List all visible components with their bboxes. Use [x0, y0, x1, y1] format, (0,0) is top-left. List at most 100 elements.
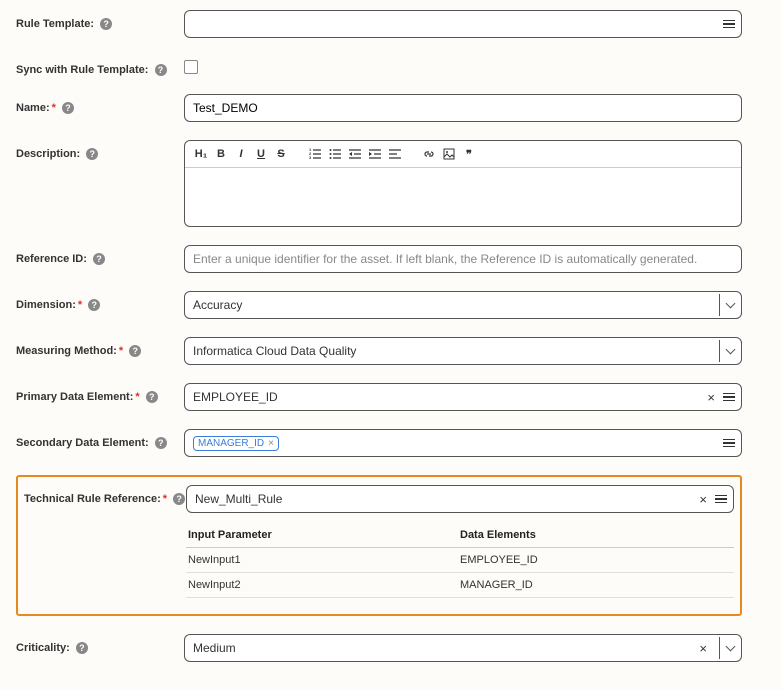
header-data-elements: Data Elements: [460, 529, 732, 541]
field-sync: [184, 56, 742, 74]
label-text: Primary Data Element:: [16, 391, 133, 403]
label-text: Criticality:: [16, 642, 70, 654]
field-primary-data-element: EMPLOYEE_ID ×: [184, 383, 742, 411]
clear-icon[interactable]: ×: [703, 390, 719, 405]
label-text: Reference ID:: [16, 253, 87, 265]
svg-text:3: 3: [309, 155, 312, 160]
rule-template-text[interactable]: [191, 15, 719, 33]
label-reference-id: Reference ID: ?: [16, 245, 184, 265]
help-icon[interactable]: ?: [129, 345, 141, 357]
label-rule-template: Rule Template: ?: [16, 10, 184, 30]
secondary-data-element-input[interactable]: MANAGER_ID ×: [184, 429, 742, 457]
param-table: Input Parameter Data Elements NewInput1 …: [186, 523, 734, 598]
row-rule-template: Rule Template: ?: [16, 10, 742, 38]
label-criticality: Criticality: ?: [16, 634, 184, 654]
label-sync: Sync with Rule Template: ?: [16, 56, 184, 76]
field-rule-template: [184, 10, 742, 38]
rte-align-button[interactable]: [387, 145, 403, 163]
menu-icon[interactable]: [723, 391, 735, 403]
chevron-down-icon[interactable]: [719, 637, 741, 659]
required-star: *: [163, 493, 167, 505]
field-description: H₁ B I U S 123 ❞: [184, 140, 742, 227]
name-input[interactable]: [184, 94, 742, 122]
field-technical-rule-reference: New_Multi_Rule × Input Parameter Data El…: [186, 485, 734, 598]
measuring-method-select[interactable]: Informatica Cloud Data Quality: [184, 337, 742, 365]
rte-outdent-button[interactable]: [347, 145, 363, 163]
technical-rule-reference-input[interactable]: New_Multi_Rule ×: [186, 485, 734, 513]
label-text: Secondary Data Element:: [16, 437, 149, 449]
criticality-select[interactable]: Medium ×: [184, 634, 742, 662]
rte-toolbar: H₁ B I U S 123 ❞: [185, 141, 741, 168]
reference-id-input[interactable]: [184, 245, 742, 273]
required-star: *: [52, 102, 56, 114]
field-secondary-data-element: MANAGER_ID ×: [184, 429, 742, 457]
row-measuring-method: Measuring Method:* ? Informatica Cloud D…: [16, 337, 742, 365]
label-text: Rule Template:: [16, 18, 94, 30]
name-text[interactable]: [191, 99, 735, 117]
help-icon[interactable]: ?: [76, 642, 88, 654]
menu-icon[interactable]: [715, 493, 727, 505]
label-secondary-data-element: Secondary Data Element: ?: [16, 429, 184, 449]
dimension-value: Accuracy: [191, 296, 715, 314]
rte-quote-button[interactable]: ❞: [461, 145, 477, 163]
rte-body[interactable]: [185, 168, 741, 226]
required-star: *: [119, 345, 123, 357]
row-sync: Sync with Rule Template: ?: [16, 56, 742, 76]
chevron-down-icon[interactable]: [719, 340, 741, 362]
row-primary-data-element: Primary Data Element:* ? EMPLOYEE_ID ×: [16, 383, 742, 411]
chevron-down-icon[interactable]: [719, 294, 741, 316]
cell-data-element: EMPLOYEE_ID: [460, 554, 732, 566]
rte-italic-button[interactable]: I: [233, 145, 249, 163]
help-icon[interactable]: ?: [88, 299, 100, 311]
rte-bold-button[interactable]: B: [213, 145, 229, 163]
label-text: Name:: [16, 102, 50, 114]
table-row: NewInput2 MANAGER_ID: [186, 573, 734, 598]
field-criticality: Medium ×: [184, 634, 742, 662]
help-icon[interactable]: ?: [86, 148, 98, 160]
field-measuring-method: Informatica Cloud Data Quality: [184, 337, 742, 365]
dimension-select[interactable]: Accuracy: [184, 291, 742, 319]
reference-id-text[interactable]: [191, 250, 735, 268]
help-icon[interactable]: ?: [173, 493, 185, 505]
label-text: Measuring Method:: [16, 345, 117, 357]
rte-h1-button[interactable]: H₁: [193, 145, 209, 163]
row-technical-rule-reference: Technical Rule Reference:* ? New_Multi_R…: [24, 485, 734, 598]
sync-checkbox[interactable]: [184, 60, 198, 74]
cell-data-element: MANAGER_ID: [460, 579, 732, 591]
clear-icon[interactable]: ×: [695, 641, 711, 656]
primary-value: EMPLOYEE_ID: [191, 388, 703, 406]
field-reference-id: [184, 245, 742, 273]
menu-icon[interactable]: [723, 18, 735, 30]
rte-link-button[interactable]: [421, 145, 437, 163]
chip-label: MANAGER_ID: [198, 438, 264, 449]
rte-ul-button[interactable]: [327, 145, 343, 163]
help-icon[interactable]: ?: [155, 437, 167, 449]
help-icon[interactable]: ?: [100, 18, 112, 30]
menu-icon[interactable]: [723, 437, 735, 449]
help-icon[interactable]: ?: [93, 253, 105, 265]
rte-image-button[interactable]: [441, 145, 457, 163]
chip-remove-icon[interactable]: ×: [268, 438, 274, 449]
required-star: *: [78, 299, 82, 311]
row-reference-id: Reference ID: ?: [16, 245, 742, 273]
field-name: [184, 94, 742, 122]
form-container: Rule Template: ? Sync with Rule Template…: [0, 0, 782, 690]
help-icon[interactable]: ?: [62, 102, 74, 114]
rule-template-input[interactable]: [184, 10, 742, 38]
rte-strike-button[interactable]: S: [273, 145, 289, 163]
field-dimension: Accuracy: [184, 291, 742, 319]
secondary-chip[interactable]: MANAGER_ID ×: [193, 436, 279, 451]
help-icon[interactable]: ?: [155, 64, 167, 76]
clear-icon[interactable]: ×: [695, 492, 711, 507]
row-description: Description: ? H₁ B I U S 123: [16, 140, 742, 227]
row-criticality: Criticality: ? Medium ×: [16, 634, 742, 662]
help-icon[interactable]: ?: [146, 391, 158, 403]
rte-ol-button[interactable]: 123: [307, 145, 323, 163]
required-star: *: [135, 391, 139, 403]
primary-data-element-input[interactable]: EMPLOYEE_ID ×: [184, 383, 742, 411]
cell-input-parameter: NewInput2: [188, 579, 460, 591]
rte-underline-button[interactable]: U: [253, 145, 269, 163]
label-text: Dimension:: [16, 299, 76, 311]
label-technical-rule-reference: Technical Rule Reference:* ?: [24, 485, 186, 505]
rte-indent-button[interactable]: [367, 145, 383, 163]
